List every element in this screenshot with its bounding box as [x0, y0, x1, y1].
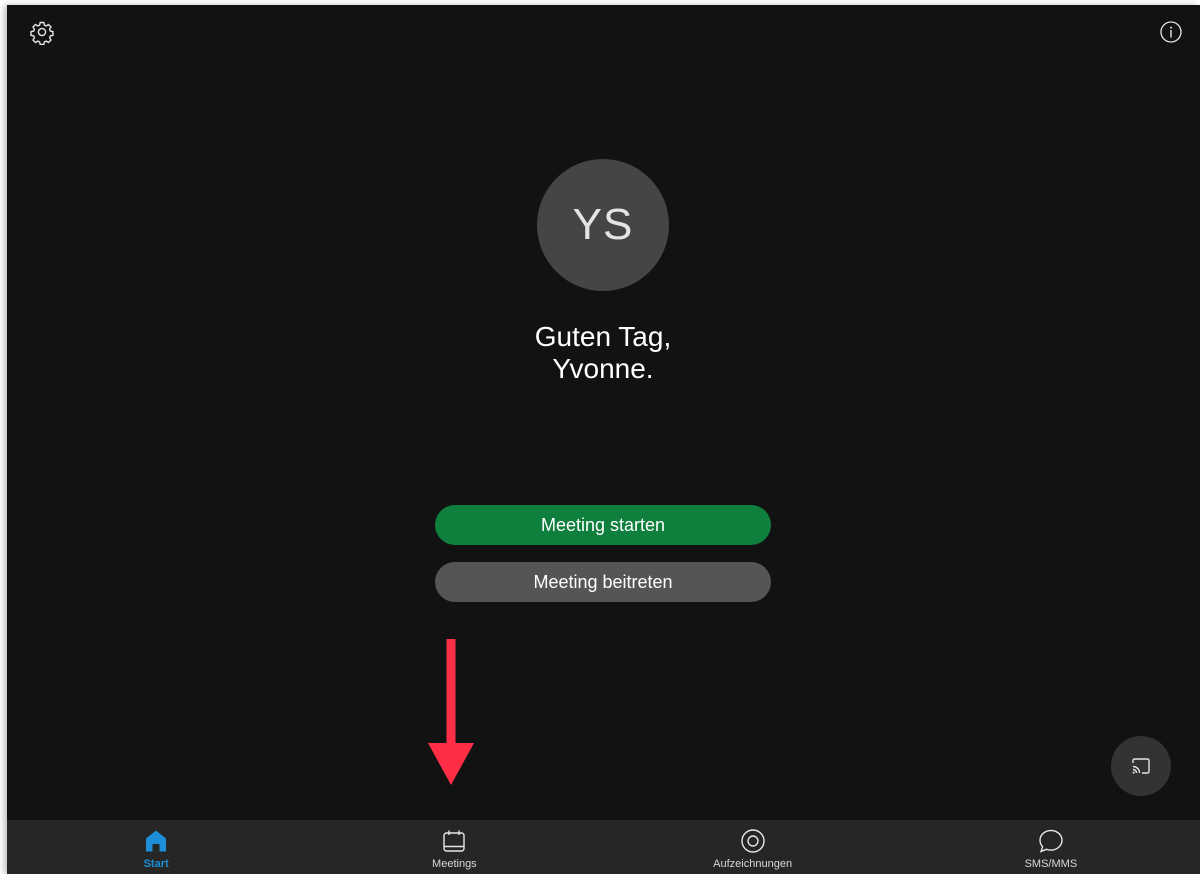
screen-share-icon — [1132, 758, 1150, 774]
avatar[interactable]: YS — [537, 159, 669, 291]
join-meeting-button[interactable]: Meeting beitreten — [435, 562, 771, 602]
greeting-line-2: Yvonne. — [552, 353, 654, 384]
start-meeting-button[interactable]: Meeting starten — [435, 505, 771, 545]
tab-label-recordings: Aufzeichnungen — [713, 858, 793, 870]
calendar-icon — [443, 830, 466, 852]
window-frame: YS Guten Tag, Yvonne. Meeting starten Me… — [0, 0, 1200, 874]
home-icon — [146, 830, 167, 852]
greeting-line-1: Guten Tag, — [534, 321, 672, 352]
tab-sms[interactable]: SMS/MMS — [902, 820, 1200, 874]
arrow-down-icon — [428, 639, 474, 785]
tab-meetings[interactable]: Meetings — [305, 820, 603, 874]
tab-recordings[interactable]: Aufzeichnungen — [604, 820, 902, 874]
chat-bubble-icon — [1039, 829, 1063, 853]
bottom-tab-bar: Start Meetings Aufzeichnungen SMS/MMS — [7, 820, 1200, 874]
info-icon[interactable] — [1158, 19, 1184, 45]
greeting: Guten Tag, Yvonne. — [403, 321, 803, 385]
tab-label-meetings: Meetings — [432, 858, 477, 870]
tab-start[interactable]: Start — [7, 820, 305, 874]
app-screen: YS Guten Tag, Yvonne. Meeting starten Me… — [7, 5, 1200, 874]
tab-label-start: Start — [143, 858, 169, 870]
gear-icon[interactable] — [29, 19, 55, 45]
record-icon — [740, 829, 765, 853]
tab-label-sms: SMS/MMS — [1024, 858, 1078, 870]
screen-share-button[interactable] — [1111, 736, 1171, 796]
